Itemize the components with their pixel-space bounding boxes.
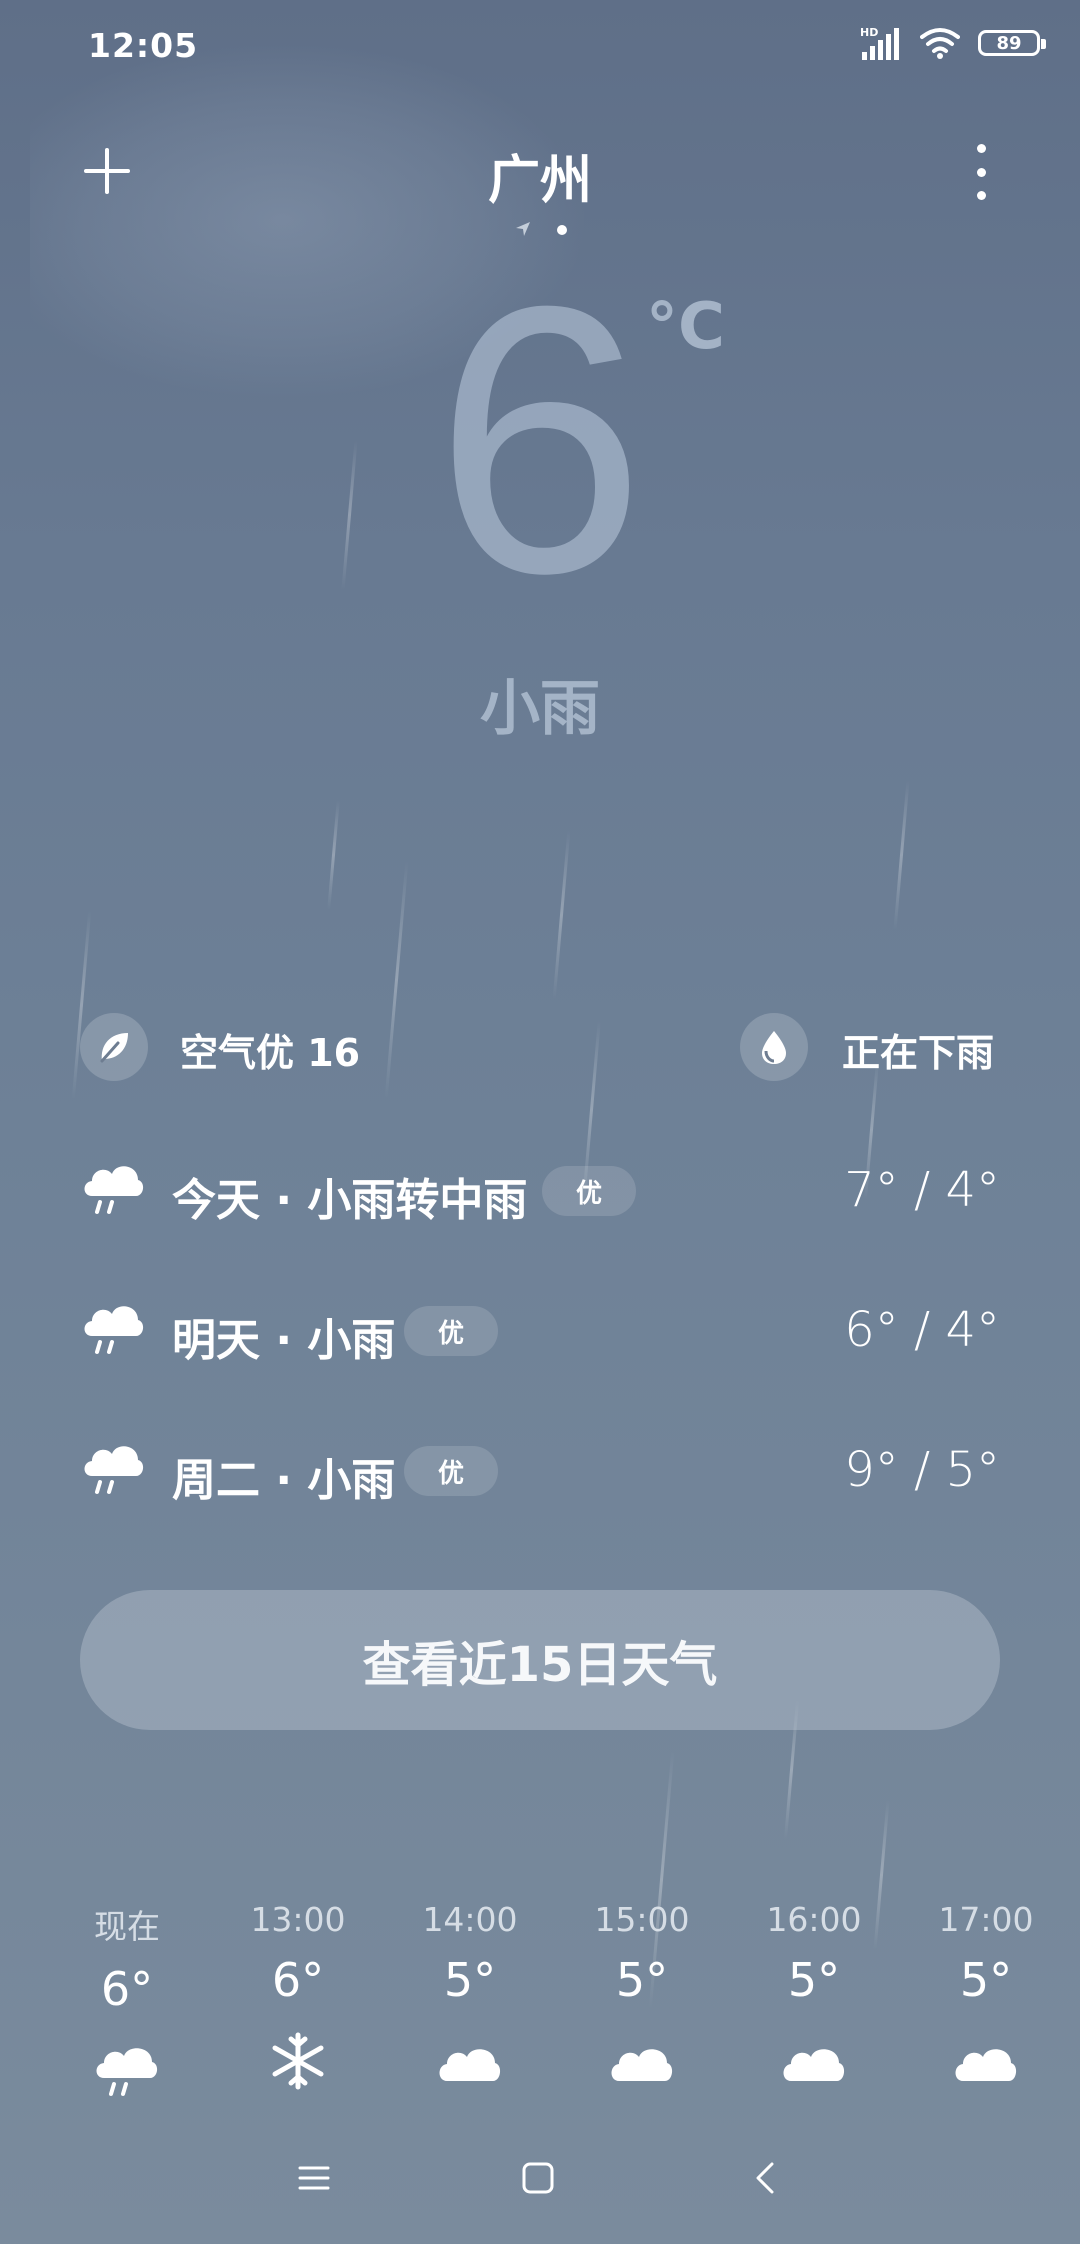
hour-time: 现在 — [94, 1907, 160, 1946]
hourly-item[interactable]: 17:00 5° — [906, 1900, 1066, 2095]
aqi-badge: 优 — [404, 1446, 499, 1496]
precip-badge[interactable] — [740, 1013, 808, 1081]
svg-text:HD: HD — [860, 26, 878, 39]
home-nav-icon[interactable] — [520, 2160, 556, 2196]
forecast-row-tuesday[interactable]: 周二 · 小雨 优 9° / 5° — [80, 1430, 1000, 1510]
temperature-unit: °C — [646, 290, 725, 364]
cloud-rain-icon — [84, 1306, 144, 1354]
forecast-temp: 9° / 5° — [844, 1442, 1000, 1498]
status-time: 12:05 — [88, 26, 199, 65]
hour-time: 17:00 — [938, 1900, 1034, 1939]
battery-icon: 89 — [978, 30, 1046, 56]
cloud-icon — [955, 2049, 1017, 2081]
hour-time: 13:00 — [250, 1900, 346, 1939]
view-15-day-forecast-button[interactable]: 查看近15日天气 — [80, 1590, 1000, 1730]
rain-streak — [327, 800, 340, 910]
rain-streak — [71, 910, 92, 1100]
snowflake-icon — [272, 2032, 324, 2090]
forecast-label: 今天 · 小雨转中雨 — [172, 1175, 528, 1226]
current-temperature: 6 — [434, 227, 646, 652]
hourly-item[interactable]: 15:00 5° — [562, 1900, 722, 2095]
forecast-label: 周二 · 小雨 — [172, 1455, 396, 1506]
rain-streak — [384, 860, 409, 1100]
status-icons: HD 89 — [858, 26, 1046, 60]
hour-temp: 5° — [443, 1953, 497, 2007]
cloud-rain-icon — [96, 2048, 158, 2096]
hour-time: 15:00 — [594, 1900, 690, 1939]
leaf-icon — [100, 1033, 128, 1063]
forecast-label: 明天 · 小雨 — [172, 1315, 396, 1366]
hourly-item[interactable]: 16:00 5° — [734, 1900, 894, 2095]
menu-nav-icon[interactable] — [296, 2160, 332, 2196]
hourly-item[interactable]: 13:00 6° — [218, 1900, 378, 2095]
droplet-icon — [762, 1031, 786, 1064]
aqi-badge: 优 — [404, 1306, 499, 1356]
forecast-temp: 6° / 4° — [844, 1302, 1000, 1358]
city-name[interactable]: 广州 — [0, 138, 1080, 213]
hour-temp: 6° — [271, 1953, 325, 2007]
precip-status-text[interactable]: 正在下雨 — [842, 1022, 994, 1077]
hour-temp: 5° — [787, 1953, 841, 2007]
rain-streak — [893, 780, 910, 930]
forecast-row-today[interactable]: 今天 · 小雨转中雨 优 7° / 4° — [80, 1150, 1000, 1230]
forecast-row-tomorrow[interactable]: 明天 · 小雨 优 6° / 4° — [80, 1290, 1000, 1370]
cloud-icon — [611, 2049, 673, 2081]
hour-temp: 5° — [959, 1953, 1013, 2007]
cloud-icon — [439, 2049, 501, 2081]
hour-temp: 5° — [615, 1953, 669, 2007]
air-quality-badge[interactable] — [80, 1013, 148, 1081]
air-quality-text[interactable]: 空气优 16 — [180, 1022, 360, 1077]
hour-time: 14:00 — [422, 1900, 518, 1939]
hour-temp: 6° — [100, 1962, 154, 2016]
cloud-rain-icon — [84, 1446, 144, 1494]
aqi-badge: 优 — [542, 1166, 637, 1216]
cloud-rain-icon — [84, 1166, 144, 1214]
hourly-item[interactable]: 现在 6° — [47, 1900, 207, 2104]
hourly-item[interactable]: 14:00 5° — [390, 1900, 550, 2095]
back-nav-icon[interactable] — [748, 2160, 784, 2196]
battery-level: 89 — [996, 32, 1022, 54]
wifi-icon — [920, 28, 960, 59]
cloud-icon — [783, 2049, 845, 2081]
rain-streak — [552, 830, 571, 1000]
forecast-temp: 7° / 4° — [844, 1162, 1000, 1218]
signal-icon: HD — [860, 26, 899, 60]
more-vertical-icon — [976, 144, 986, 153]
more-options-button[interactable] — [968, 144, 994, 200]
hour-time: 16:00 — [766, 1900, 862, 1939]
current-condition: 小雨 — [480, 674, 600, 744]
